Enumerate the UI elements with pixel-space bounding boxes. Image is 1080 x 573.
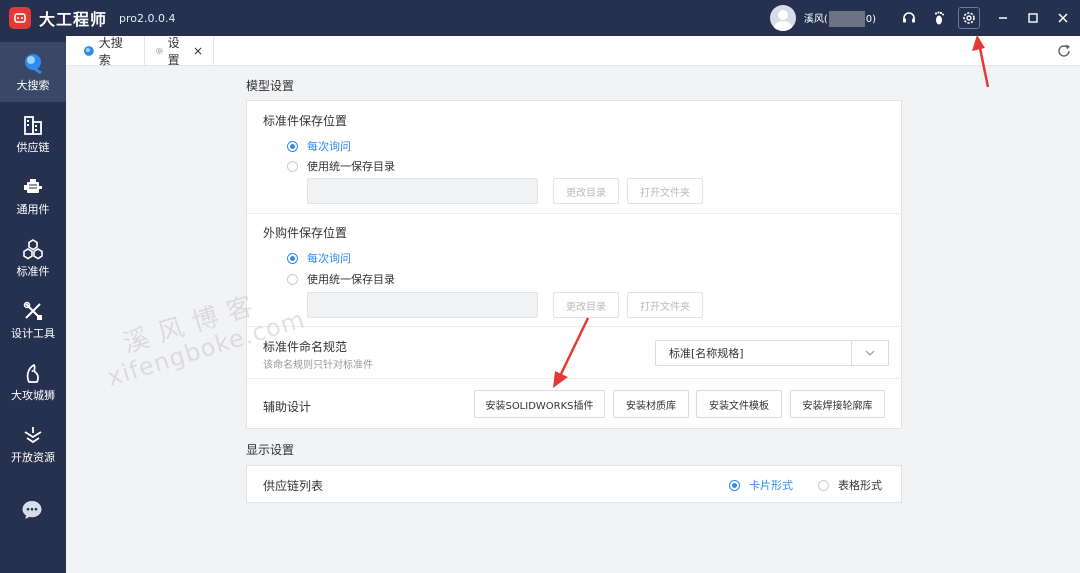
aux-title: 辅助设计 bbox=[263, 400, 312, 414]
maximize-button[interactable] bbox=[1018, 0, 1048, 36]
display-settings-card: 供应链列表 卡片形式 表格形式 bbox=[246, 465, 902, 503]
chevron-down-icon bbox=[865, 350, 875, 356]
std-save-row: 标准件保存位置 每次询问 使用统一保存目录 更改目录 打开文件夹 bbox=[247, 101, 901, 214]
hexagons-icon bbox=[23, 238, 43, 259]
purchased-save-title: 外购件保存位置 bbox=[263, 226, 348, 240]
radio-dot bbox=[287, 140, 298, 152]
radio-dot bbox=[287, 160, 298, 172]
sidebar-item-design-tools[interactable]: 设计工具 bbox=[0, 290, 66, 350]
radio-label: 表格形式 bbox=[838, 479, 882, 492]
sidebar-item-label: 设计工具 bbox=[11, 326, 55, 340]
install-material-library-button[interactable]: 安装材质库 bbox=[613, 390, 689, 418]
gear-icon bbox=[156, 47, 163, 55]
sidebar-item-open-resources[interactable]: 开放资源 bbox=[0, 414, 66, 474]
tab-label: 设置 bbox=[167, 36, 180, 67]
install-file-template-button[interactable]: 安装文件模板 bbox=[696, 390, 782, 418]
user-name-suffix: 0) bbox=[865, 13, 876, 25]
sidebar: 大搜索 供应链 通用件 标准件 设计工具 大攻城狮 开放资源 bbox=[0, 36, 66, 573]
tools-icon bbox=[23, 301, 42, 320]
sidebar-item-label: 大攻城狮 bbox=[11, 388, 55, 402]
radio-label: 卡片形式 bbox=[749, 479, 793, 492]
radio-dot bbox=[287, 252, 298, 264]
radio-dot bbox=[729, 479, 740, 491]
app-logo-icon bbox=[9, 7, 31, 29]
radio-dot bbox=[287, 273, 298, 285]
purchased-save-option-ask[interactable]: 每次询问 bbox=[287, 250, 351, 266]
sidebar-item-label: 供应链 bbox=[16, 140, 50, 154]
refresh-icon[interactable] bbox=[1056, 43, 1072, 59]
aux-row: 辅助设计 安装SOLIDWORKS插件 安装材质库 安装文件模板 安装焊接轮廓库 bbox=[247, 379, 901, 429]
sidebar-item-supply-chain[interactable]: 供应链 bbox=[0, 104, 66, 164]
tab-strip: 大搜索 设置 × bbox=[66, 36, 1080, 67]
naming-subtitle: 该命名规则只针对标准件 bbox=[263, 360, 373, 371]
title-bar: 大工程师 pro2.0.0.4 溪风( 0) bbox=[0, 0, 1080, 36]
display-settings-title: 显示设置 bbox=[246, 443, 295, 457]
motor-icon bbox=[24, 178, 42, 193]
minimize-button[interactable] bbox=[988, 0, 1018, 36]
sidebar-item-engineer-lion[interactable]: 大攻城狮 bbox=[0, 352, 66, 412]
radio-label: 使用统一保存目录 bbox=[307, 273, 395, 286]
user-name[interactable]: 溪风( 0) bbox=[804, 10, 876, 27]
supply-list-option-card[interactable]: 卡片形式 bbox=[729, 477, 793, 493]
sidebar-item-standard-parts[interactable]: 标准件 bbox=[0, 228, 66, 288]
gear-icon[interactable] bbox=[958, 7, 980, 29]
std-save-path-input[interactable] bbox=[307, 178, 538, 204]
user-name-prefix: 溪风( bbox=[803, 13, 828, 25]
radio-dot bbox=[818, 479, 829, 491]
lion-icon bbox=[26, 363, 39, 383]
radio-label: 每次询问 bbox=[307, 140, 351, 153]
std-open-folder-button[interactable]: 打开文件夹 bbox=[627, 178, 703, 204]
tab-settings[interactable]: 设置 × bbox=[145, 36, 214, 67]
sidebar-item-label: 标准件 bbox=[16, 264, 50, 278]
buildings-icon bbox=[24, 115, 42, 135]
sidebar-item-label: 通用件 bbox=[16, 202, 50, 216]
chat-icon[interactable] bbox=[20, 498, 44, 522]
tab-close-button[interactable]: × bbox=[193, 44, 203, 58]
sidebar-item-label: 大搜索 bbox=[16, 78, 50, 92]
model-settings-card: 标准件保存位置 每次询问 使用统一保存目录 更改目录 打开文件夹 外购件保存位置… bbox=[246, 100, 902, 429]
open-resource-icon bbox=[24, 426, 42, 443]
user-name-redaction bbox=[828, 10, 865, 27]
model-settings-title: 模型设置 bbox=[246, 79, 295, 93]
install-solidworks-plugin-button[interactable]: 安装SOLIDWORKS插件 bbox=[474, 390, 605, 418]
sidebar-item-label: 开放资源 bbox=[11, 450, 55, 464]
radio-label: 使用统一保存目录 bbox=[307, 160, 395, 173]
supply-list-title: 供应链列表 bbox=[263, 479, 324, 493]
sidebar-item-search[interactable]: 大搜索 bbox=[0, 42, 66, 102]
purchased-save-row: 外购件保存位置 每次询问 使用统一保存目录 更改目录 打开文件夹 bbox=[247, 214, 901, 327]
supply-list-option-table[interactable]: 表格形式 bbox=[818, 477, 882, 493]
std-save-option-ask[interactable]: 每次询问 bbox=[287, 138, 351, 154]
naming-title: 标准件命名规范 bbox=[263, 340, 348, 354]
headset-icon[interactable] bbox=[898, 7, 920, 29]
install-weld-profile-library-button[interactable]: 安装焊接轮廓库 bbox=[790, 390, 885, 418]
purchased-change-dir-button[interactable]: 更改目录 bbox=[553, 292, 619, 318]
purchased-open-folder-button[interactable]: 打开文件夹 bbox=[627, 292, 703, 318]
naming-row: 标准件命名规范 该命名规则只针对标准件 标准[名称规格] bbox=[247, 327, 901, 379]
search-icon bbox=[83, 46, 94, 56]
naming-select-toggle[interactable] bbox=[851, 340, 889, 366]
std-change-dir-button[interactable]: 更改目录 bbox=[553, 178, 619, 204]
tab-search[interactable]: 大搜索 bbox=[73, 36, 145, 67]
std-save-title: 标准件保存位置 bbox=[263, 114, 348, 128]
radio-label: 每次询问 bbox=[307, 252, 351, 265]
title-bar-controls: 溪风( 0) bbox=[769, 0, 1080, 36]
user-avatar[interactable] bbox=[769, 5, 796, 31]
sidebar-item-common-parts[interactable]: 通用件 bbox=[0, 166, 66, 226]
purchased-save-option-unified[interactable]: 使用统一保存目录 bbox=[287, 271, 395, 287]
settings-content: 模型设置 标准件保存位置 每次询问 使用统一保存目录 更改目录 打开文件夹 外购… bbox=[66, 66, 1080, 573]
app-version: pro2.0.0.4 bbox=[119, 11, 176, 25]
close-window-button[interactable] bbox=[1048, 0, 1078, 36]
naming-select[interactable]: 标准[名称规格] bbox=[655, 340, 852, 366]
app-name: 大工程师 bbox=[39, 10, 108, 29]
purchased-save-path-input[interactable] bbox=[307, 292, 538, 318]
footprint-icon[interactable] bbox=[928, 7, 950, 29]
std-save-option-unified[interactable]: 使用统一保存目录 bbox=[287, 158, 395, 174]
search-icon bbox=[25, 53, 42, 74]
tab-label: 大搜索 bbox=[98, 36, 123, 67]
